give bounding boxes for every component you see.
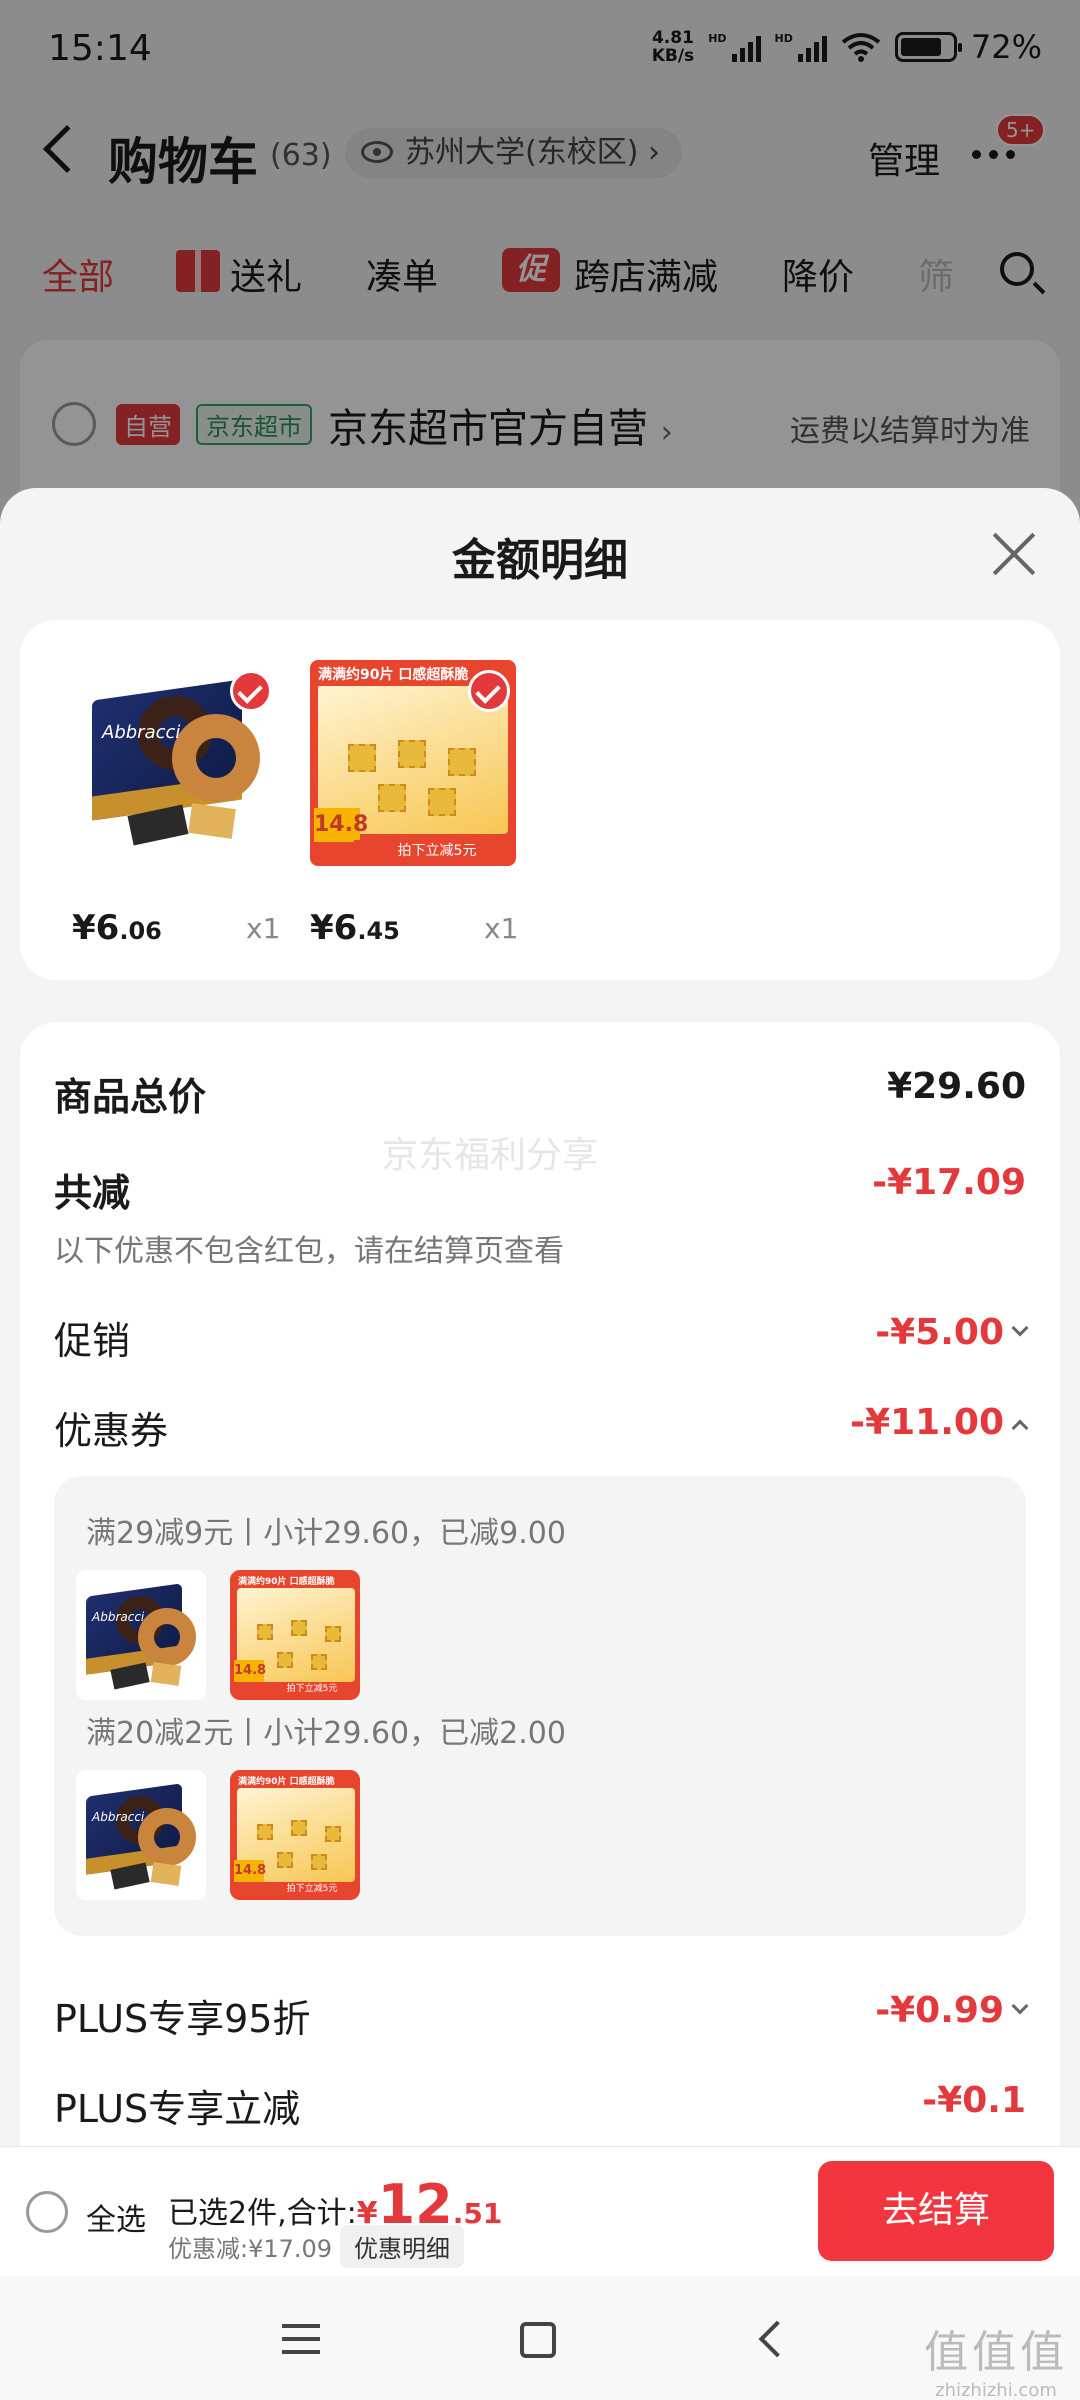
home-icon[interactable]: [520, 2322, 556, 2358]
checkout-button[interactable]: 去结算: [818, 2161, 1054, 2261]
watermark-text: 京东福利分享: [382, 1135, 599, 1176]
product-thumbnail: 满满约90片 口感超酥脆 14.8 拍下立减5元: [230, 1570, 360, 1700]
chevron-down-icon: [1011, 1997, 1029, 2015]
product-price: ¥6.06: [72, 908, 162, 948]
plus-cut-label: PLUS专享立减: [54, 2087, 301, 2131]
product-thumbnail: Abbracci: [76, 1570, 206, 1700]
coupon-details: 满29减9元丨小计29.60，已减9.00 Abbracci 满满约90片 口感…: [54, 1476, 1026, 1936]
product-price: ¥6.45: [310, 908, 400, 948]
plus-cut-value: -¥0.1: [922, 2080, 1026, 2121]
coupon-line: 满20减2元丨小计29.60，已减2.00: [86, 1716, 566, 1751]
product-quantity: x1: [484, 912, 519, 945]
amount-detail-sheet: 金额明细 Abbracci ¥6.06 x1 满满约90片 口感超酥脆 14.8…: [0, 488, 1080, 2148]
back-icon[interactable]: [758, 2320, 796, 2358]
product-thumbnail: Abbracci: [76, 1770, 206, 1900]
system-nav-bar: 值值值 zhizhizhi.com: [0, 2276, 1080, 2400]
selected-products: Abbracci ¥6.06 x1 满满约90片 口感超酥脆 14.8 拍下立减…: [20, 620, 1060, 980]
sheet-title: 金额明细: [452, 535, 628, 586]
promo-value: -¥5.00: [875, 1312, 1004, 1353]
checked-icon: [230, 670, 272, 712]
coupon-line: 满29减9元丨小计29.60，已减9.00: [86, 1516, 566, 1551]
product-thumbnail: 满满约90片 口感超酥脆 14.8 拍下立减5元: [230, 1770, 360, 1900]
discount-detail-button[interactable]: 优惠明细: [340, 2225, 464, 2268]
chevron-down-icon: [1011, 1319, 1029, 1337]
product-quantity: x1: [246, 912, 281, 945]
select-all-label[interactable]: 全选: [86, 2195, 146, 2239]
plus-discount-label: PLUS专享95折: [54, 1997, 311, 2041]
total-price-label: 商品总价: [54, 1075, 207, 1119]
close-icon[interactable]: [990, 530, 1038, 578]
discount-note: 以下优惠不包含红包，请在结算页查看: [54, 1234, 564, 1269]
coupon-value: -¥11.00: [850, 1402, 1004, 1443]
checked-icon: [468, 670, 510, 712]
total-price-value: ¥29.60: [887, 1066, 1026, 1107]
checkout-bar: 全选 已选2件,合计: ¥ 12 .51 优惠减:¥17.09 优惠明细 去结算: [0, 2146, 1080, 2276]
total-discount-value: -¥17.09: [872, 1162, 1026, 1203]
select-all-radio[interactable]: [26, 2191, 68, 2233]
plus-discount-value: -¥0.99: [875, 1990, 1004, 2031]
coupon-label: 优惠券: [54, 1409, 169, 1453]
product-item[interactable]: Abbracci: [72, 660, 292, 880]
menu-icon[interactable]: [282, 2324, 320, 2354]
promo-label: 促销: [54, 1319, 131, 1363]
total-discount-label: 共减: [54, 1171, 131, 1215]
product-item[interactable]: 满满约90片 口感超酥脆 14.8 拍下立减5元: [310, 660, 530, 880]
chevron-up-icon: [1011, 1419, 1029, 1437]
amount-breakdown: 京东福利分享 商品总价 ¥29.60 共减 -¥17.09 以下优惠不包含红包，…: [20, 1022, 1060, 2148]
discount-summary: 优惠减:¥17.09: [168, 2235, 333, 2263]
site-watermark: 值值值 zhizhizhi.com: [924, 2327, 1068, 2400]
